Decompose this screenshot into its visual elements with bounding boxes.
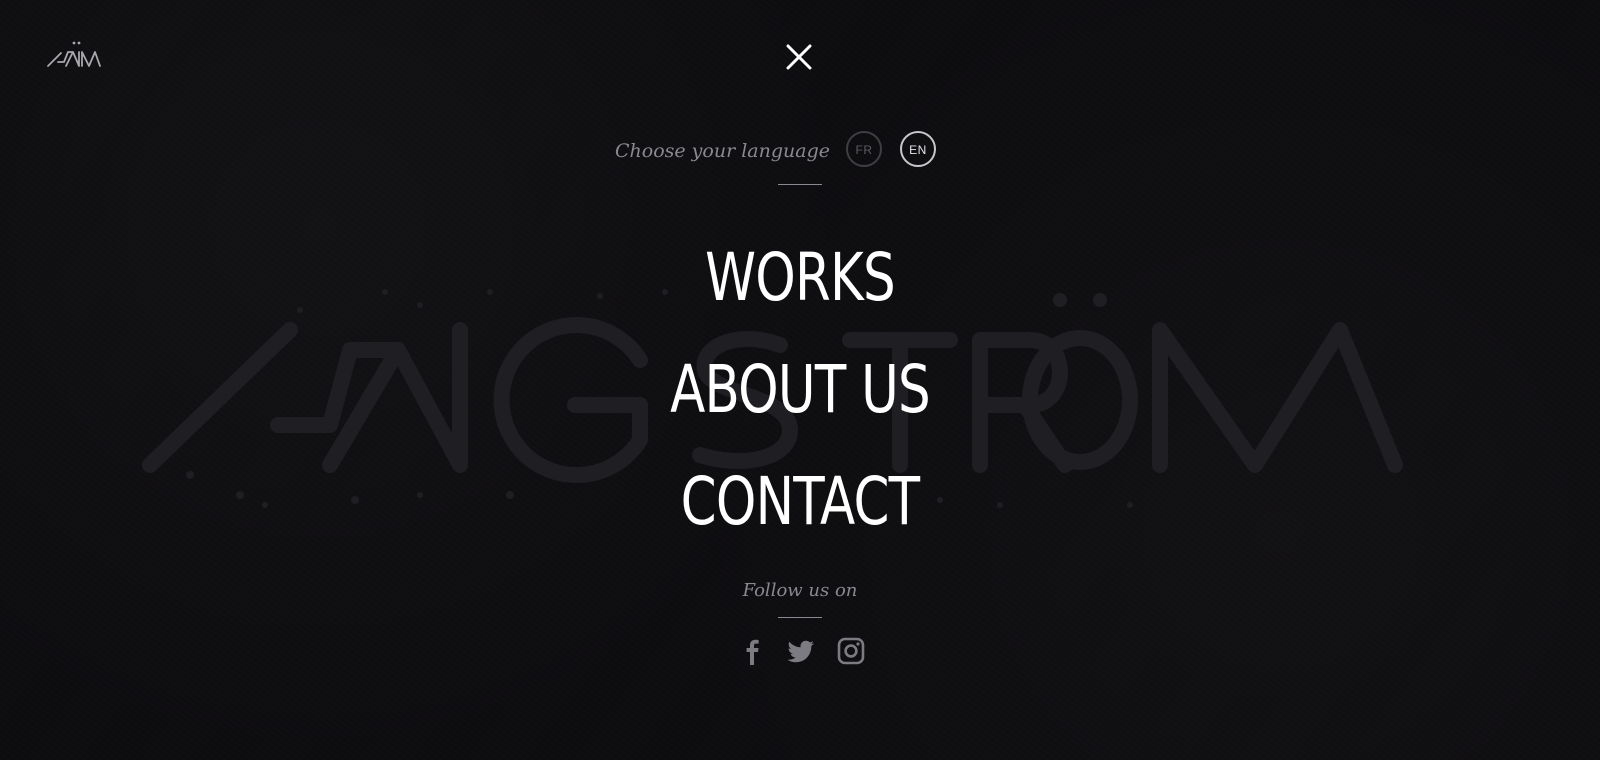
menu-item-works[interactable]: WORKS <box>176 222 1424 334</box>
facebook-icon[interactable] <box>737 636 767 666</box>
language-divider <box>778 184 822 185</box>
close-icon[interactable] <box>786 44 812 70</box>
instagram-icon[interactable] <box>836 636 866 666</box>
menu-item-contact[interactable]: CONTACT <box>176 446 1424 558</box>
follow-label: Follow us on <box>742 580 858 601</box>
language-selector: Choose your language FR EN <box>0 131 1600 171</box>
language-en-button[interactable]: EN <box>900 131 936 167</box>
menu-item-about-us[interactable]: ABOUT US <box>176 334 1424 446</box>
follow-divider <box>778 617 822 618</box>
main-menu: WORKS ABOUT US CONTACT <box>0 222 1600 558</box>
angstrom-logo-icon[interactable] <box>46 36 102 70</box>
menu-overlay: Choose your language FR EN WORKS ABOUT U… <box>0 0 1600 760</box>
language-label: Choose your language <box>615 140 830 162</box>
language-fr-button[interactable]: FR <box>846 131 882 167</box>
twitter-icon[interactable] <box>786 636 816 666</box>
